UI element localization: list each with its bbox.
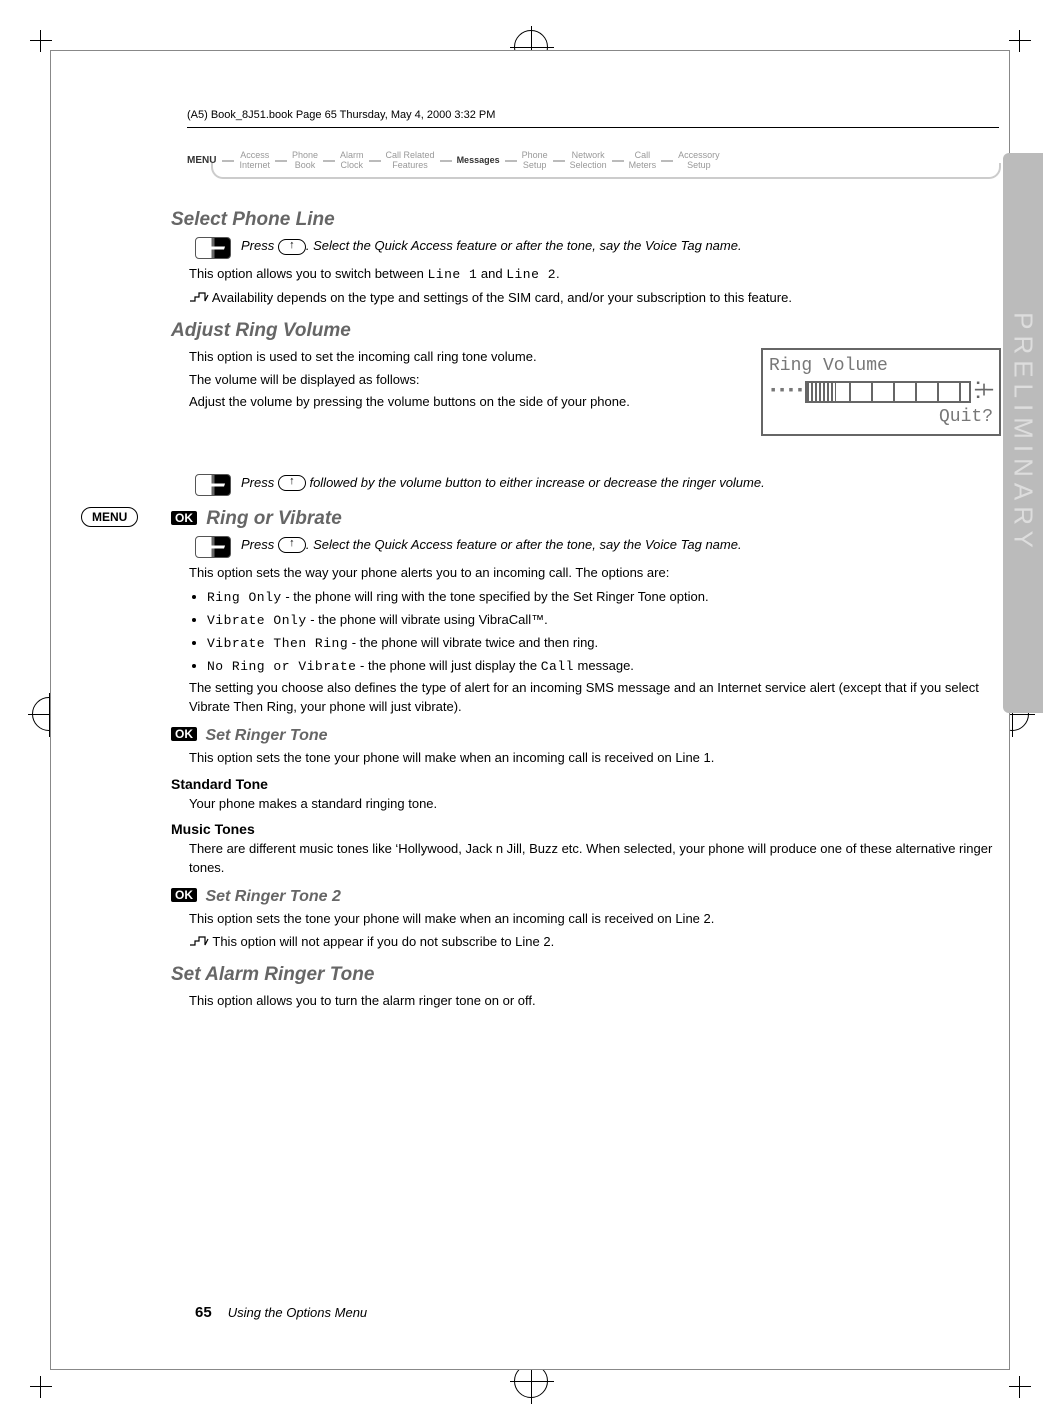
cropmark-tl bbox=[30, 30, 52, 52]
cropmark-tr bbox=[1009, 30, 1031, 52]
cropmark-br bbox=[1009, 1376, 1031, 1398]
heading-music-tones: Music Tones bbox=[171, 821, 1001, 837]
content-area: Select Phone Line Press . Select the Qui… bbox=[171, 197, 1001, 1015]
menu-dash bbox=[440, 160, 452, 162]
select-phone-line-p2: Availability depends on the type and set… bbox=[189, 289, 1001, 308]
heading-ring-or-vibrate: OK Ring or Vibrate bbox=[171, 508, 1001, 530]
callout-text: Press followed by the volume button to e… bbox=[241, 474, 765, 493]
adjust-ring-p1: This option is used to set the incoming … bbox=[189, 348, 709, 367]
header-rule bbox=[187, 127, 999, 128]
ring-volume-display: Ring Volume ▪▪▪▪ ▪━╋━▪ Quit? bbox=[761, 348, 1001, 436]
ring-volume-display-quit: Quit? bbox=[769, 405, 993, 430]
ok-badge: OK bbox=[171, 727, 197, 741]
ring-vibrate-intro: This option sets the way your phone aler… bbox=[189, 564, 1001, 583]
heading-set-ringer-tone-2: OK Set Ringer Tone 2 bbox=[171, 888, 1001, 906]
bar-left-glyph: ▪▪▪▪ bbox=[769, 382, 805, 402]
heading-standard-tone: Standard Tone bbox=[171, 776, 1001, 792]
heading-select-phone-line: Select Phone Line bbox=[171, 209, 1001, 231]
adjust-ring-p2: The volume will be displayed as follows: bbox=[189, 371, 709, 390]
list-item: Ring Only - the phone will ring with the… bbox=[207, 587, 1001, 608]
music-tones-p: There are different music tones like ‘Ho… bbox=[189, 840, 1001, 878]
callout-text: Press . Select the Quick Access feature … bbox=[241, 536, 742, 555]
ring-vibrate-list: Ring Only - the phone will ring with the… bbox=[207, 587, 1001, 678]
note-icon bbox=[189, 933, 209, 949]
callout-select-phone-line: Press . Select the Quick Access feature … bbox=[195, 237, 1001, 259]
list-item: No Ring or Vibrate - the phone will just… bbox=[207, 656, 1001, 677]
volume-plus-minus-icon: ▪━╋━▪ bbox=[975, 381, 993, 402]
ok-badge: OK bbox=[171, 888, 197, 902]
preliminary-tab-text: PRELIMINARY bbox=[1008, 312, 1039, 554]
list-item: Vibrate Only - the phone will vibrate us… bbox=[207, 610, 1001, 631]
up-button-icon bbox=[278, 239, 306, 255]
preliminary-tab: PRELIMINARY bbox=[1003, 153, 1043, 713]
menu-dash bbox=[222, 160, 234, 162]
callout-text: Press . Select the Quick Access feature … bbox=[241, 237, 742, 256]
ring-volume-display-title: Ring Volume bbox=[769, 354, 993, 379]
standard-tone-p: Your phone makes a standard ringing tone… bbox=[189, 795, 1001, 814]
menu-dash bbox=[661, 160, 673, 162]
page-frame: (A5) Book_8J51.book Page 65 Thursday, Ma… bbox=[50, 50, 1010, 1370]
volume-bar bbox=[805, 381, 971, 403]
menu-dash bbox=[275, 160, 287, 162]
shortcut-icon bbox=[195, 474, 231, 496]
menu-dash bbox=[612, 160, 624, 162]
set-alarm-ringer-tone-p: This option allows you to turn the alarm… bbox=[189, 992, 1001, 1011]
set-ringer-tone-p: This option sets the tone your phone wil… bbox=[189, 749, 1001, 768]
page-footer: 65 Using the Options Menu bbox=[195, 1304, 367, 1321]
menu-bracket bbox=[211, 163, 1001, 179]
menu-dash bbox=[505, 160, 517, 162]
callout-ring-or-vibrate: Press . Select the Quick Access feature … bbox=[195, 536, 1001, 558]
heading-set-alarm-ringer-tone: Set Alarm Ringer Tone bbox=[171, 964, 1001, 986]
up-button-icon bbox=[278, 475, 306, 491]
menu-dash bbox=[323, 160, 335, 162]
list-item: Vibrate Then Ring - the phone will vibra… bbox=[207, 633, 1001, 654]
cropmark-bl bbox=[30, 1376, 52, 1398]
set-ringer-tone2-p2: This option will not appear if you do no… bbox=[189, 933, 1001, 952]
page-number: 65 bbox=[195, 1304, 212, 1321]
heading-adjust-ring-volume: Adjust Ring Volume bbox=[171, 320, 1001, 342]
set-ringer-tone2-p1: This option sets the tone your phone wil… bbox=[189, 910, 1001, 929]
heading-set-ringer-tone: OK Set Ringer Tone bbox=[171, 727, 1001, 745]
shortcut-icon bbox=[195, 536, 231, 558]
adjust-ring-p3: Adjust the volume by pressing the volume… bbox=[189, 393, 709, 412]
volume-bar-ticks bbox=[807, 383, 969, 401]
menu-pill-margin: MENU bbox=[81, 507, 138, 527]
footer-title: Using the Options Menu bbox=[228, 1305, 367, 1320]
menu-dash bbox=[553, 160, 565, 162]
ring-vibrate-outro: The setting you choose also defines the … bbox=[189, 679, 1001, 717]
shortcut-icon bbox=[195, 237, 231, 259]
header-path: (A5) Book_8J51.book Page 65 Thursday, Ma… bbox=[187, 109, 495, 121]
note-icon bbox=[189, 289, 209, 305]
select-phone-line-p1: This option allows you to switch between… bbox=[189, 265, 1001, 285]
up-button-icon bbox=[278, 537, 306, 553]
callout-adjust-ring: Press followed by the volume button to e… bbox=[195, 474, 1001, 496]
menu-dash bbox=[369, 160, 381, 162]
ok-badge: OK bbox=[171, 511, 197, 525]
